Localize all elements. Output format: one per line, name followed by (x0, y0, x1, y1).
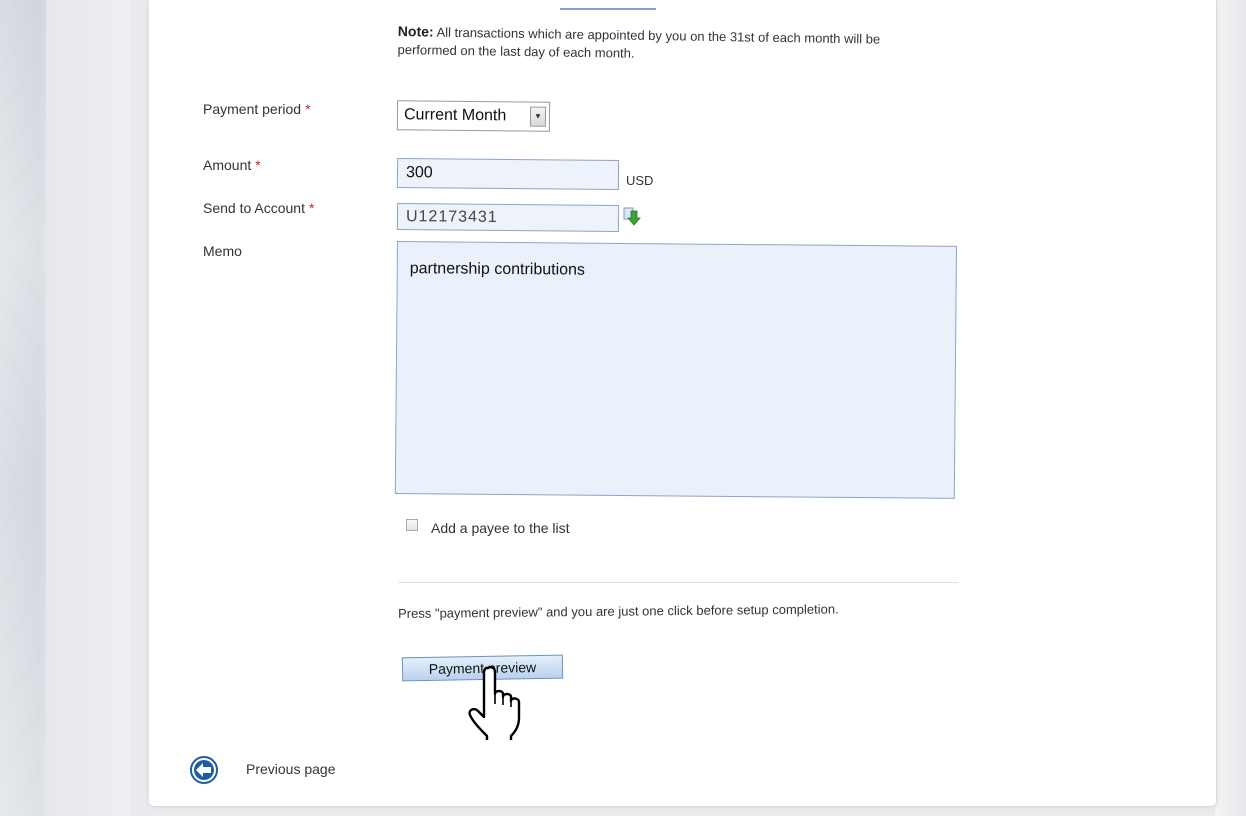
payment-period-label: Payment period * (203, 101, 311, 117)
add-payee-checkbox[interactable] (406, 519, 418, 531)
previous-page-link[interactable]: Previous page (246, 761, 336, 777)
amount-label: Amount * (203, 157, 261, 173)
required-mark: * (255, 157, 261, 173)
amount-input[interactable]: 300 (396, 158, 620, 190)
hand-pointer-icon (468, 666, 521, 740)
green-down-arrow-icon[interactable] (623, 207, 641, 227)
chevron-down-icon[interactable]: ▼ (529, 106, 547, 127)
note-bold: Note: (397, 22, 434, 40)
required-mark: * (305, 101, 311, 117)
background-stripe (0, 0, 46, 816)
page-background-right (1215, 0, 1246, 816)
memo-label: Memo (203, 243, 242, 259)
section-divider (398, 582, 958, 583)
top-accent-line (560, 8, 656, 10)
memo-textarea[interactable]: partnership contributions (394, 241, 957, 499)
amount-label-text: Amount (203, 157, 252, 173)
circle-left-arrow-icon[interactable] (190, 756, 218, 784)
add-payee-label: Add a payee to the list (431, 520, 570, 536)
payment-period-value: Current Month (403, 106, 507, 125)
send-to-account-value: U12173431 (405, 207, 498, 226)
memo-value: partnership contributions (409, 260, 586, 279)
send-to-account-label-text: Send to Account (203, 200, 305, 216)
send-to-account-label: Send to Account * (203, 200, 314, 216)
required-mark: * (308, 200, 315, 216)
send-to-account-input[interactable]: U12173431 (396, 203, 620, 232)
note-body: All transactions which are appointed by … (397, 24, 881, 61)
payment-period-label-text: Payment period (203, 101, 302, 117)
amount-value: 300 (405, 164, 433, 182)
currency-unit: USD (626, 173, 654, 188)
page-background-left (0, 0, 130, 816)
payment-period-select[interactable]: Current Month ▼ (396, 100, 551, 132)
